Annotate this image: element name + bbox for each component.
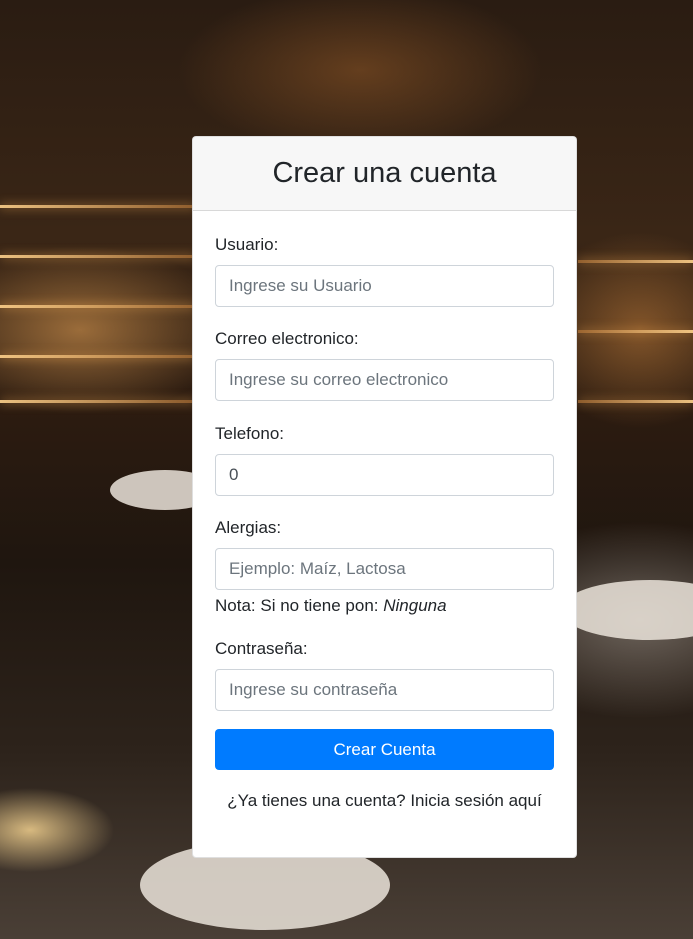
bar-shelf-light (578, 260, 693, 263)
phone-group: Telefono: (215, 422, 554, 496)
login-link[interactable]: ¿Ya tienes una cuenta? Inicia sesión aqu… (215, 791, 554, 811)
bar-shelf-light (578, 400, 693, 403)
allergies-note: Nota: Si no tiene pon: Ninguna (215, 594, 554, 618)
phone-input[interactable] (215, 454, 554, 496)
bar-shelf-light (0, 400, 195, 403)
allergies-group: Alergias: Nota: Si no tiene pon: Ninguna (215, 516, 554, 618)
allergies-note-text: Nota: Si no tiene pon: (215, 596, 384, 615)
password-label: Contraseña: (215, 639, 308, 658)
bar-shelf-light (0, 255, 195, 258)
email-label: Correo electronico: (215, 329, 359, 348)
bar-shelf-light (0, 205, 195, 208)
signup-card: Crear una cuenta Usuario: Correo electro… (192, 136, 577, 858)
username-label: Usuario: (215, 235, 279, 254)
create-account-button[interactable]: Crear Cuenta (215, 729, 554, 770)
bar-shelf-light (578, 330, 693, 333)
password-group: Contraseña: (215, 637, 554, 711)
bar-shelf-light (0, 305, 195, 308)
allergies-label: Alergias: (215, 518, 282, 537)
username-input[interactable] (215, 265, 554, 307)
allergies-note-emphasis: Ninguna (383, 596, 447, 615)
allergies-input[interactable] (215, 548, 554, 590)
bar-shelf-light (0, 355, 195, 358)
dining-table (560, 580, 693, 640)
page: Crear una cuenta Usuario: Correo electro… (0, 0, 693, 939)
phone-label: Telefono: (215, 424, 284, 443)
email-input[interactable] (215, 359, 554, 401)
page-title: Crear una cuenta (272, 157, 497, 189)
password-input[interactable] (215, 669, 554, 711)
card-header: Crear una cuenta (193, 137, 576, 211)
signup-form: Usuario: Correo electronico: Telefono: A… (193, 211, 576, 811)
username-group: Usuario: (215, 233, 554, 307)
email-group: Correo electronico: (215, 327, 554, 401)
